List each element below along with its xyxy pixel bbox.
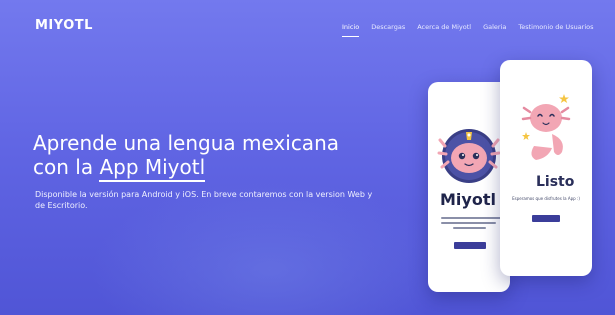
phone-front-continue-button [532,215,560,222]
site-logo[interactable]: MIYOTL [35,18,93,33]
axolotl-happy-icon [521,94,571,160]
phone-mockup-front: Listo Esperamos que disfrutes la App :) [500,60,592,276]
headline-line1: Aprende una lengua mexicana [33,131,339,155]
phone-front-app-title: Listo [536,174,575,190]
axolotl-mascot-icon [437,129,501,183]
hero-headline: Aprende una lengua mexicana con la App M… [33,131,339,182]
hero-subtitle: Disponible la versión para Android y iOS… [35,190,373,210]
phone-back-description [441,217,501,232]
nav-item-descargas[interactable]: Descargas [371,23,405,31]
headline-highlight: App Miyotl [99,155,206,182]
headline-prefix: con la [33,155,100,179]
nav-item-acerca[interactable]: Acerca de Miyotl [417,23,471,31]
phone-front-description: Esperamos que disfrutes la App :) [512,196,580,201]
nav-item-inicio[interactable]: Inicio [342,23,360,37]
hero-section: MIYOTL Inicio Descargas Acerca de Miyotl… [0,0,615,315]
nav-item-galeria[interactable]: Galeria [483,23,506,31]
phone-back-app-title: Miyotl [440,190,496,209]
main-navigation: Inicio Descargas Acerca de Miyotl Galeri… [342,23,594,37]
phone-mockup-back: Miyotl [428,82,510,292]
nav-item-testimonios[interactable]: Testimonio de Usuarios [518,23,593,31]
phone-back-start-button [454,242,486,249]
